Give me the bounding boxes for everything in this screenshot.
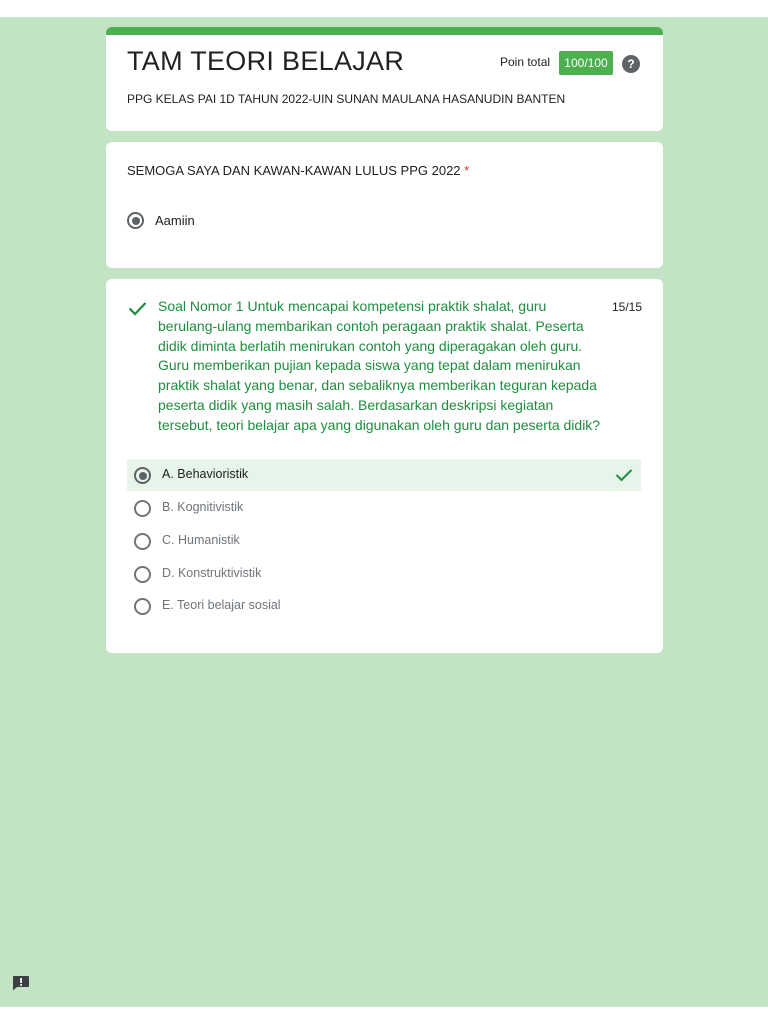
question-title: SEMOGA SAYA DAN KAWAN-KAWAN LULUS PPG 20… (127, 163, 469, 178)
question-score: 15/15 (611, 300, 642, 314)
option-label-aamiin: Aamiin (155, 213, 195, 228)
radio-e[interactable] (134, 598, 151, 615)
option-row-b[interactable]: B. Kognitivistik (127, 492, 641, 524)
radio-b[interactable] (134, 500, 151, 517)
question-card-2: Soal Nomor 1 Untuk mencapai kompetensi p… (106, 279, 663, 653)
question-card-1: SEMOGA SAYA DAN KAWAN-KAWAN LULUS PPG 20… (106, 142, 663, 268)
option-label-a: A. Behavioristik (162, 467, 249, 481)
form-description: PPG KELAS PAI 1D TAHUN 2022-UIN SUNAN MA… (127, 92, 566, 106)
required-asterisk: * (464, 163, 470, 178)
form-title: TAM TEORI BELAJAR (127, 46, 405, 76)
option-label-c: C. Humanistik (162, 533, 240, 547)
radio-aamiin[interactable] (127, 212, 144, 229)
radio-c[interactable] (134, 533, 151, 550)
option-row-d[interactable]: D. Konstruktivistik (127, 558, 641, 590)
option-row-a[interactable]: A. Behavioristik (127, 459, 641, 491)
points-total-label: Poin total (500, 55, 551, 69)
radio-a[interactable] (134, 467, 151, 484)
points-total-badge: 100/100 (559, 51, 613, 75)
help-icon[interactable]: ? (622, 55, 640, 73)
report-feedback-icon[interactable] (12, 975, 30, 991)
question-title-text: SEMOGA SAYA DAN KAWAN-KAWAN LULUS PPG 20… (127, 163, 461, 178)
option-label-e: E. Teori belajar sosial (162, 598, 281, 612)
question-text: Soal Nomor 1 Untuk mencapai kompetensi p… (158, 298, 601, 433)
option-label-d: D. Konstruktivistik (162, 566, 262, 580)
option-label-b: B. Kognitivistik (162, 500, 244, 514)
correct-check-icon (128, 302, 147, 316)
option-row-e[interactable]: E. Teori belajar sosial (127, 590, 641, 622)
radio-d[interactable] (134, 566, 151, 583)
form-header-card: TAM TEORI BELAJAR Poin total 100/100 ? P… (106, 27, 663, 131)
check-icon (615, 469, 633, 482)
option-row-c[interactable]: C. Humanistik (127, 525, 641, 557)
